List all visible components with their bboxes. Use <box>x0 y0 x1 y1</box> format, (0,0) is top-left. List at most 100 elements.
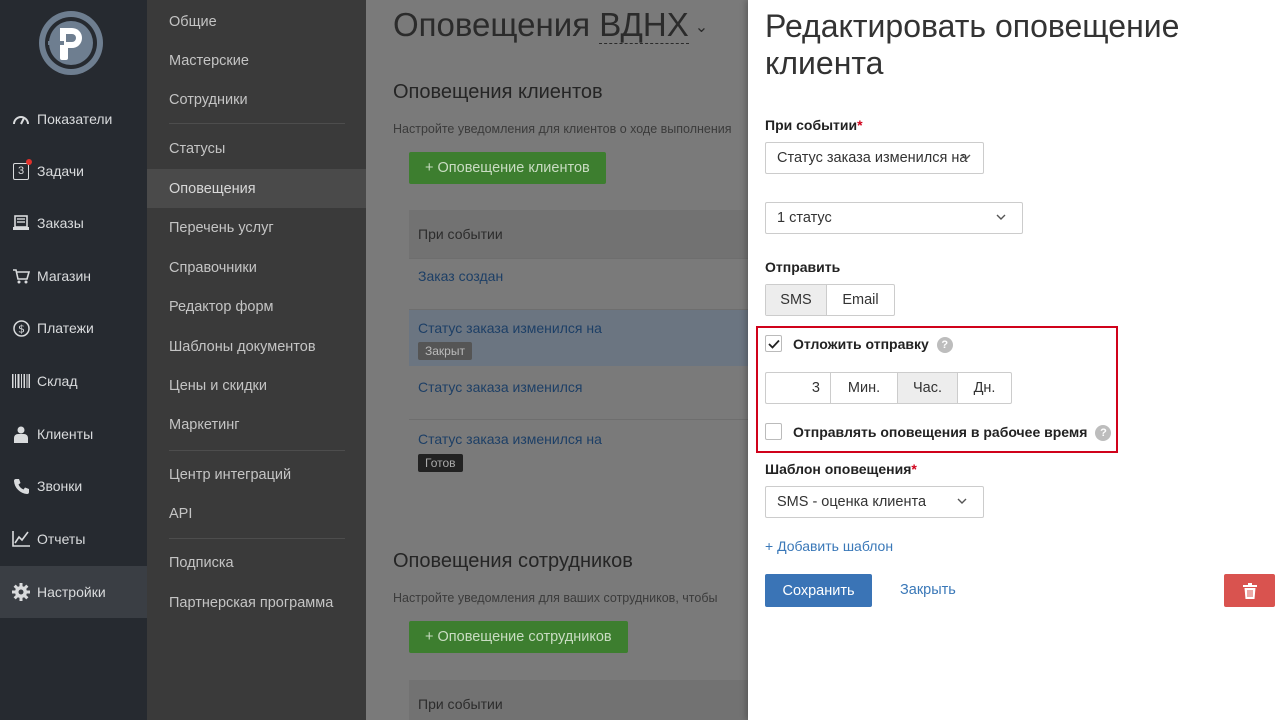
chart-icon <box>11 529 31 549</box>
submenu-item-form-editor[interactable]: Редактор форм <box>147 287 366 326</box>
nav-label: Клиенты <box>37 426 94 442</box>
tasks-badge: 3 <box>13 162 29 180</box>
nav-item-orders[interactable]: Заказы <box>0 197 147 249</box>
worktime-label-text: Отправлять оповещения в рабочее время <box>793 424 1088 440</box>
event-link[interactable]: Статус заказа изменился на <box>418 320 748 336</box>
nav-item-payments[interactable]: $ Платежи <box>0 302 147 354</box>
event-link[interactable]: Статус заказа изменился <box>418 379 748 395</box>
divider <box>169 123 345 124</box>
submenu-item-prices[interactable]: Цены и скидки <box>147 366 366 405</box>
nav-label: Магазин <box>37 268 92 284</box>
nav-item-clients[interactable]: Клиенты <box>0 408 147 460</box>
logo-icon[interactable] <box>38 10 104 76</box>
submenu-item-workshops[interactable]: Мастерские <box>147 41 366 80</box>
add-employee-notification-button[interactable]: + Оповещение сотрудников <box>409 621 628 653</box>
add-client-notification-button[interactable]: + Оповещение клиентов <box>409 152 606 184</box>
channel-sms-option[interactable]: SMS <box>766 285 827 315</box>
svg-text:$: $ <box>18 322 25 335</box>
barcode-icon <box>11 371 31 391</box>
nav-item-shop[interactable]: Магазин <box>0 250 147 302</box>
delay-checkbox[interactable] <box>765 335 782 352</box>
submenu-item-statuses[interactable]: Статусы <box>147 129 366 168</box>
edit-notification-panel: Редактировать оповещение клиента При соб… <box>748 0 1280 720</box>
submenu-item-marketing[interactable]: Маркетинг <box>147 405 366 444</box>
nav-label: Склад <box>37 373 78 389</box>
submenu-item-employees[interactable]: Сотрудники <box>147 80 366 119</box>
worktime-checkbox[interactable] <box>765 423 782 440</box>
submenu-item-directories[interactable]: Справочники <box>147 248 366 287</box>
submenu-item-partner[interactable]: Партнерская программа <box>147 583 366 622</box>
main-content: Оповещения ВДНХ ⌄ Оповещения клиентов Нас… <box>366 0 748 720</box>
delay-label-text: Отложить отправку <box>793 336 929 352</box>
close-button[interactable]: Закрыть <box>900 582 956 598</box>
nav-label: Показатели <box>37 111 113 127</box>
table-row[interactable]: Статус заказа изменился на Закрыт <box>409 309 748 366</box>
phone-icon <box>11 476 31 496</box>
help-icon[interactable]: ? <box>936 337 953 354</box>
submenu-item-notifications[interactable]: Оповещения <box>147 169 366 208</box>
submenu-item-services[interactable]: Перечень услуг <box>147 208 366 247</box>
event-select[interactable]: Статус заказа изменился на <box>765 142 984 174</box>
nav-item-settings[interactable]: Настройки <box>0 566 147 618</box>
nav-item-dashboard[interactable]: Показатели <box>0 93 147 145</box>
help-icon[interactable]: ? <box>1095 425 1112 442</box>
section-description-employees: Настройте уведомления для ваших сотрудни… <box>393 591 718 605</box>
dollar-icon: $ <box>11 318 31 338</box>
event-link[interactable]: Заказ создан <box>418 268 748 284</box>
send-label: Отправить <box>765 259 841 275</box>
submenu-item-subscription[interactable]: Подписка <box>147 543 366 582</box>
submenu-item-general[interactable]: Общие <box>147 2 366 41</box>
nav-label: Настройки <box>37 584 106 600</box>
unit-minutes-option[interactable]: Мин. <box>831 373 898 403</box>
delete-button[interactable] <box>1224 574 1275 607</box>
template-label-text: Шаблон оповещения <box>765 461 912 477</box>
status-select[interactable]: 1 статус <box>765 202 1023 234</box>
panel-title: Редактировать оповещение клиента <box>765 8 1180 81</box>
notification-dot <box>26 159 32 165</box>
table-row[interactable]: Статус заказа изменился <box>409 366 748 419</box>
channel-email-option[interactable]: Email <box>827 285 894 315</box>
required-mark: * <box>911 461 917 477</box>
chevron-down-icon[interactable]: ⌄ <box>695 19 708 36</box>
dashboard-icon <box>11 109 31 129</box>
page-title: Оповещения ВДНХ ⌄ <box>393 6 708 44</box>
add-template-link[interactable]: + Добавить шаблон <box>765 538 893 554</box>
delay-label: Отложить отправку? <box>793 336 953 354</box>
submenu-item-integrations[interactable]: Центр интеграций <box>147 455 366 494</box>
nav-label: Задачи <box>37 163 85 179</box>
gear-icon <box>11 582 31 602</box>
divider <box>169 538 345 539</box>
status-select-value: 1 статус <box>777 210 832 226</box>
nav-item-calls[interactable]: Звонки <box>0 460 147 512</box>
event-link[interactable]: Статус заказа изменился на <box>418 431 748 447</box>
required-mark: * <box>857 117 863 133</box>
nav-label: Платежи <box>37 320 94 336</box>
section-description-clients: Настройте уведомления для клиентов о ход… <box>393 122 732 136</box>
table-header: При событии <box>409 210 748 258</box>
table-header: При событии <box>409 680 748 720</box>
event-label-text: При событии <box>765 117 858 133</box>
nav-label: Отчеты <box>37 531 86 547</box>
worktime-label: Отправлять оповещения в рабочее время? <box>793 424 1112 442</box>
clients-icon <box>11 424 31 444</box>
template-select[interactable]: SMS - оценка клиента <box>765 486 984 518</box>
table-row[interactable]: Заказ создан <box>409 258 748 309</box>
chevron-down-icon <box>996 214 1006 220</box>
save-button[interactable]: Сохранить <box>765 574 872 607</box>
chevron-down-icon <box>957 498 967 504</box>
nav-label: Звонки <box>37 478 83 494</box>
unit-hours-option[interactable]: Час. <box>898 373 958 403</box>
nav-item-reports[interactable]: Отчеты <box>0 513 147 565</box>
main-nav: Показатели 3 Задачи Заказы Магазин $ Пла… <box>0 0 147 720</box>
submenu-item-doc-templates[interactable]: Шаблоны документов <box>147 327 366 366</box>
location-dropdown[interactable]: ВДНХ <box>599 6 689 44</box>
submenu-item-api[interactable]: API <box>147 494 366 533</box>
unit-days-option[interactable]: Дн. <box>958 373 1011 403</box>
divider <box>169 450 345 451</box>
nav-item-warehouse[interactable]: Склад <box>0 355 147 407</box>
table-row[interactable]: Статус заказа изменился на Готов <box>409 419 748 489</box>
nav-item-tasks[interactable]: 3 Задачи <box>0 145 147 197</box>
delay-amount-input[interactable] <box>765 372 830 404</box>
event-label: При событии* <box>765 117 863 133</box>
delay-unit-selector: Мин. Час. Дн. <box>830 372 1012 404</box>
